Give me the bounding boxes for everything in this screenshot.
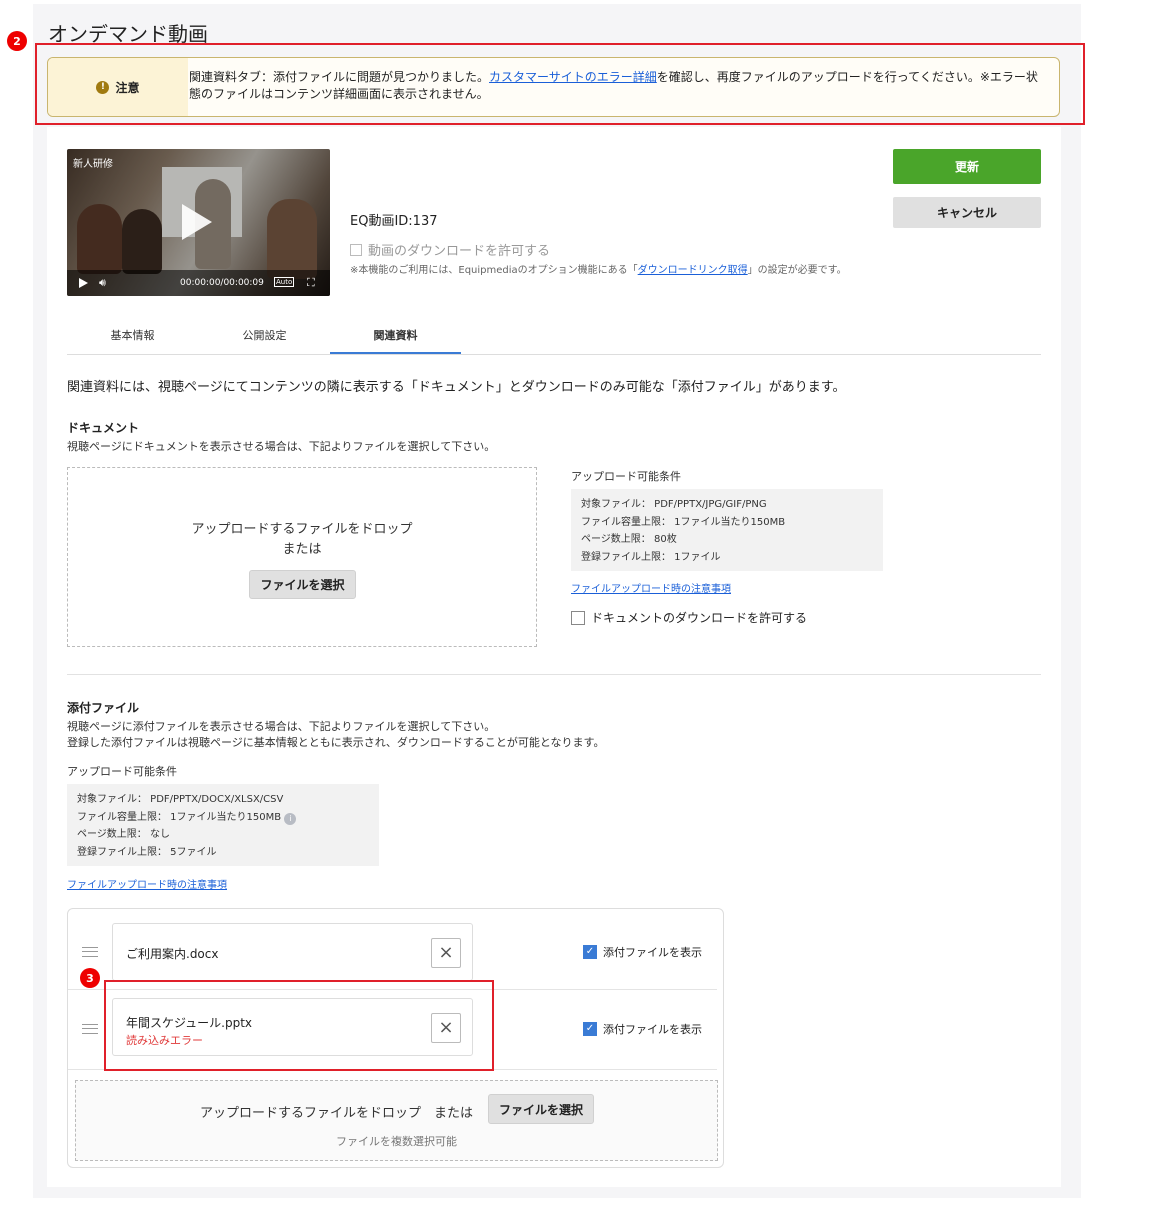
cancel-button[interactable]: キャンセル	[893, 197, 1041, 228]
notice-message: 関連資料タブ：添付ファイルに問題が見つかりました。カスタマーサイトのエラー詳細を…	[189, 69, 1049, 103]
show-attachment-checkbox-row[interactable]: ✓ 添付ファイルを表示	[583, 944, 702, 960]
tab-basic-info[interactable]: 基本情報	[67, 321, 198, 353]
play-icon[interactable]	[182, 204, 212, 240]
condition-item-size: ファイル容量上限： 1ファイル当たり150MB i	[77, 809, 369, 827]
note-text-after: 」の設定が必要です。	[747, 265, 847, 276]
show-attachment-label: 添付ファイルを表示	[603, 946, 702, 959]
drag-handle-icon[interactable]	[82, 947, 98, 957]
attachment-file-name: ご利用案内.docx	[126, 947, 219, 961]
multi-select-note: ファイルを複数選択可能	[336, 1135, 457, 1148]
attachment-drop-text: アップロードするファイルをドロップ または	[200, 1106, 474, 1121]
attachment-conditions-title: アップロード可能条件	[67, 765, 177, 778]
volume-icon[interactable]: 🔊︎	[99, 276, 106, 290]
notice-label: ! 注意	[48, 58, 188, 116]
condition-item: 対象ファイル： PDF/PPTX/DOCX/XLSX/CSV	[77, 794, 284, 805]
annotation-marker-3: 3	[80, 968, 100, 988]
fullscreen-icon[interactable]: ⛶	[307, 276, 315, 290]
warning-info-icon: !	[96, 80, 110, 94]
video-download-checkbox-row[interactable]: 動画のダウンロードを許可する	[350, 240, 550, 259]
info-icon[interactable]: i	[284, 812, 297, 825]
highlight-box-file-error	[104, 980, 494, 1071]
document-drop-or: または	[282, 542, 322, 557]
attachment-desc-2: 登録した添付ファイルは視聴ページに基本情報とともに表示され、ダウンロードすること…	[67, 736, 605, 749]
drag-handle-icon[interactable]	[82, 1024, 98, 1034]
condition-item: ページ数上限： 80枚	[581, 534, 677, 545]
eq-video-id: EQ動画ID:137	[350, 214, 438, 229]
tab-bar: 基本情報 公開設定 関連資料	[67, 321, 1041, 355]
attachment-conditions-box: 対象ファイル： PDF/PPTX/DOCX/XLSX/CSV ファイル容量上限：…	[67, 784, 379, 866]
related-intro: 関連資料には、視聴ページにてコンテンツの隣に表示する「ドキュメント」とダウンロー…	[67, 380, 846, 395]
video-tag: 新人研修	[73, 159, 113, 170]
notice-label-text: 注意	[115, 80, 140, 95]
video-download-label: 動画のダウンロードを許可する	[368, 244, 551, 259]
document-dropzone[interactable]: アップロードするファイルをドロップ または ファイルを選択	[67, 467, 537, 647]
video-control-bar: 🔊︎ 00:00:00/00:00:09 Auto ⛶	[67, 270, 330, 296]
remove-file-button[interactable]: ×	[431, 938, 461, 968]
tab-publish-settings[interactable]: 公開設定	[199, 321, 330, 353]
note-text-before: ※本機能のご利用には、Equipmediaのオプション機能にある「	[350, 265, 638, 276]
video-player[interactable]: 新人研修 🔊︎ 00:00:00/00:00:09 Auto ⛶	[67, 149, 330, 296]
document-download-checkbox-row[interactable]: ドキュメントのダウンロードを許可する	[571, 609, 807, 626]
update-button[interactable]: 更新	[893, 149, 1041, 184]
document-conditions-title: アップロード可能条件	[571, 470, 681, 483]
document-section-title: ドキュメント	[67, 421, 140, 435]
quality-button[interactable]: Auto	[274, 277, 295, 287]
tab-related-materials[interactable]: 関連資料	[330, 321, 461, 354]
document-desc: 視聴ページにドキュメントを表示させる場合は、下記よりファイルを選択して下さい。	[67, 440, 496, 453]
document-download-checkbox[interactable]	[571, 610, 585, 625]
attachment-upload-notes-link[interactable]: ファイルアップロード時の注意事項	[67, 876, 227, 891]
section-divider	[67, 674, 1041, 675]
attachment-dropzone[interactable]: アップロードするファイルをドロップ または ファイルを選択 ファイルを複数選択可…	[75, 1080, 718, 1161]
annotation-marker-2: 2	[7, 31, 27, 51]
condition-item: 登録ファイル上限： 5ファイル	[77, 846, 217, 858]
video-download-note: ※本機能のご利用には、Equipmediaのオプション機能にある「ダウンロードリ…	[350, 263, 870, 279]
show-attachment-checkbox-row[interactable]: ✓ 添付ファイルを表示	[583, 1021, 702, 1037]
condition-item: 対象ファイル： PDF/PPTX/JPG/GIF/PNG	[581, 499, 767, 510]
condition-item: 登録ファイル上限： 1ファイル	[581, 551, 721, 563]
document-download-label: ドキュメントのダウンロードを許可する	[591, 611, 808, 625]
attachment-select-file-button[interactable]: ファイルを選択	[488, 1094, 594, 1124]
show-attachment-label: 添付ファイルを表示	[603, 1023, 702, 1036]
attachment-section-title: 添付ファイル	[67, 701, 140, 715]
close-icon: ×	[438, 942, 454, 963]
document-drop-text: アップロードするファイルをドロップ	[191, 522, 413, 537]
document-upload-notes-link[interactable]: ファイルアップロード時の注意事項	[571, 580, 731, 595]
error-detail-link[interactable]: カスタマーサイトのエラー詳細	[489, 70, 657, 84]
notice-text-before: 関連資料タブ：添付ファイルに問題が見つかりました。	[189, 70, 490, 84]
attachment-desc-1: 視聴ページに添付ファイルを表示させる場合は、下記よりファイルを選択して下さい。	[67, 720, 496, 733]
notice-banner: ! 注意 関連資料タブ：添付ファイルに問題が見つかりました。カスタマーサイトのエ…	[47, 57, 1060, 117]
document-select-file-button[interactable]: ファイルを選択	[249, 570, 356, 599]
show-attachment-checkbox[interactable]: ✓	[583, 945, 597, 959]
condition-item: ファイル容量上限： 1ファイル当たり150MB	[581, 516, 786, 528]
video-download-checkbox[interactable]	[350, 243, 362, 256]
condition-item: ページ数上限： なし	[77, 829, 170, 840]
show-attachment-checkbox[interactable]: ✓	[583, 1022, 597, 1036]
attachment-file-item: ご利用案内.docx ×	[112, 923, 473, 981]
download-link-option-link[interactable]: ダウンロードリンク取得	[638, 265, 748, 276]
play-small-icon[interactable]	[79, 278, 88, 288]
document-conditions-box: 対象ファイル： PDF/PPTX/JPG/GIF/PNG ファイル容量上限： 1…	[571, 489, 883, 571]
condition-item-text: ファイル容量上限： 1ファイル当たり150MB	[77, 811, 282, 823]
video-time: 00:00:00/00:00:09	[180, 278, 264, 288]
